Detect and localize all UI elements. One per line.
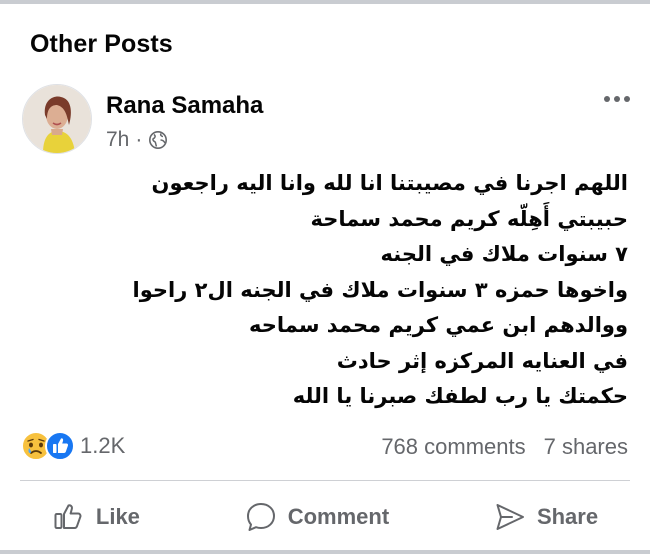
more-dot — [624, 96, 630, 102]
post-stats: 768 comments 7 shares — [381, 434, 628, 460]
post-line: واخوها حمزه ٣ سنوات ملاك في الجنه ال٢ را… — [132, 277, 628, 302]
more-dot — [614, 96, 620, 102]
reaction-count: 1.2K — [80, 433, 126, 458]
author-name[interactable]: Rana Samaha — [106, 92, 263, 120]
post-time[interactable]: 7h — [106, 128, 129, 152]
more-dot — [604, 96, 610, 102]
avatar-photo — [23, 85, 91, 153]
comment-icon — [246, 503, 275, 531]
divider — [20, 480, 630, 481]
bottom-border — [0, 550, 650, 554]
comments-count[interactable]: 768 comments — [381, 434, 525, 460]
avatar[interactable] — [22, 84, 92, 154]
post-actions: Like Comment Share — [0, 492, 650, 542]
top-border — [0, 0, 650, 4]
meta-separator: · — [135, 128, 143, 151]
post-line: اللهم اجرنا في مصيبتنا انا لله وانا اليه… — [151, 171, 628, 195]
reactions-summary[interactable]: 1.2K — [20, 430, 125, 462]
comment-label: Comment — [287, 504, 390, 529]
post-line: ٧ سنوات ملاك في الجنه — [380, 242, 628, 266]
thumbs-up-icon — [54, 504, 82, 529]
like-label: Like — [95, 504, 140, 529]
section-title: Other Posts — [30, 30, 173, 58]
comment-button[interactable]: Comment — [244, 500, 389, 534]
post-line: حكمتك يا رب لطفك صبرنا يا الله — [292, 384, 628, 408]
post-line: حبيبتي أَهِلّه كريم محمد سماحة — [310, 206, 628, 231]
share-button[interactable]: Share — [493, 500, 598, 534]
shares-count[interactable]: 7 shares — [544, 434, 628, 460]
globe-icon[interactable] — [148, 130, 168, 150]
share-label: Share — [536, 504, 599, 529]
like-reaction-icon — [45, 431, 75, 461]
post-line: ووالدهم ابن عمي كريم محمد سماحه — [248, 313, 628, 337]
post-meta: 7h · — [106, 128, 168, 152]
more-options-icon[interactable] — [604, 96, 630, 102]
like-button[interactable]: Like — [52, 500, 140, 534]
share-icon — [496, 504, 524, 530]
post-line: في العنايه المركزه إثر حادث — [336, 348, 628, 373]
post-text: اللهم اجرنا في مصيبتنا انا لله وانا اليه… — [28, 166, 628, 415]
